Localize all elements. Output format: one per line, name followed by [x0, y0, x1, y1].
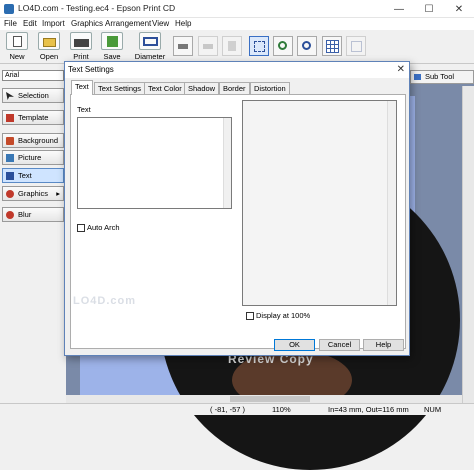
- template-label: Template: [18, 113, 49, 122]
- help-button[interactable]: Help: [363, 339, 404, 351]
- menu-file[interactable]: File: [4, 18, 17, 30]
- picture-tool[interactable]: Picture: [2, 150, 64, 165]
- maximize-button[interactable]: ☐: [414, 0, 444, 18]
- save-label: Save: [103, 52, 121, 61]
- zoom-in-button[interactable]: [273, 36, 293, 56]
- graphics-label: Graphics: [18, 189, 49, 198]
- grid-icon: [326, 40, 339, 53]
- sub-tool-label: Sub Tool: [425, 72, 455, 81]
- folder-icon: [38, 32, 60, 50]
- sub-tool-button[interactable]: Sub Tool: [410, 70, 474, 84]
- background-tool[interactable]: Background: [2, 133, 64, 148]
- close-button[interactable]: ✕: [444, 0, 474, 18]
- window-title: LO4D.com - Testing.ec4 - Epson Print CD: [18, 3, 176, 13]
- new-file-icon: [6, 32, 28, 50]
- vertical-scrollbar[interactable]: [462, 86, 474, 403]
- select-area-button[interactable]: [249, 36, 269, 56]
- horizontal-scroll-thumb[interactable]: [230, 396, 310, 402]
- menu-arrangement[interactable]: Arrangement: [105, 18, 151, 30]
- app-icon: [4, 4, 14, 14]
- text-settings-dialog: Text Settings ✕ Text Text Settings Text …: [64, 61, 410, 356]
- properties-icon: [351, 41, 362, 52]
- blur-icon: [6, 211, 14, 219]
- status-bar: ( -81, -57 ) 110% In=43 mm, Out=116 mm N…: [0, 403, 474, 415]
- minimize-button[interactable]: —: [384, 0, 414, 18]
- print-label: Print: [73, 52, 89, 61]
- preview-scrollbar[interactable]: [387, 101, 396, 305]
- dialog-title: Text Settings: [68, 65, 114, 74]
- open-button[interactable]: Open: [34, 32, 64, 62]
- selection-label: Selection: [18, 91, 49, 100]
- graphics-tool[interactable]: Graphics ▸: [2, 186, 64, 201]
- layer-forward-icon: [203, 44, 213, 49]
- submenu-arrow-icon: ▸: [56, 189, 60, 198]
- zoom-out-icon: [302, 41, 311, 50]
- print-button[interactable]: Print: [66, 32, 96, 62]
- menu-help[interactable]: Help: [175, 18, 191, 30]
- dialog-watermark: LO4D.com: [73, 295, 137, 307]
- zoom-level: 110%: [272, 405, 291, 414]
- diameter-icon: [139, 32, 161, 50]
- pointer-icon: [6, 92, 14, 100]
- disc-dimensions: In=43 mm, Out=116 mm: [328, 405, 409, 414]
- cursor-coords: ( -81, -57 ): [210, 405, 246, 414]
- tab-text[interactable]: Text: [71, 80, 93, 95]
- group-icon: [228, 41, 236, 51]
- toolbar: New Open Print Save Diameter: [0, 30, 474, 64]
- menu-view[interactable]: View: [152, 18, 169, 30]
- blur-tool[interactable]: Blur: [2, 207, 64, 222]
- new-label: New: [9, 52, 25, 61]
- background-label: Background: [18, 136, 59, 145]
- dialog-title-bar: Text Settings: [65, 62, 409, 78]
- display-100-checkbox[interactable]: [246, 312, 254, 320]
- text-label: Text: [18, 171, 32, 180]
- save-icon: [101, 32, 123, 50]
- picture-icon: [6, 154, 14, 162]
- auto-arch-checkbox[interactable]: [77, 224, 85, 232]
- cancel-button[interactable]: Cancel: [319, 339, 360, 351]
- picture-label: Picture: [18, 153, 42, 162]
- menu-edit[interactable]: Edit: [23, 18, 37, 30]
- zoom-in-icon: [278, 41, 287, 50]
- menu-bar: File Edit Import Graphics Arrangement Vi…: [0, 18, 474, 30]
- font-name-box[interactable]: Arial: [2, 70, 64, 81]
- properties-button[interactable]: [346, 36, 366, 56]
- title-bar: LO4D.com - Testing.ec4 - Epson Print CD …: [0, 0, 474, 18]
- diameter-button[interactable]: Diameter: [133, 32, 167, 62]
- sub-tool-icon: [414, 74, 421, 80]
- grid-button[interactable]: [322, 36, 342, 56]
- auto-arch-label[interactable]: Auto Arch: [87, 223, 120, 232]
- open-label: Open: [39, 52, 59, 61]
- layer-back-icon: [178, 44, 188, 49]
- template-icon: [6, 114, 14, 122]
- save-button[interactable]: Save: [97, 32, 127, 62]
- template-tool[interactable]: Template: [2, 110, 64, 125]
- printer-icon: [70, 32, 92, 50]
- menu-import[interactable]: Import: [42, 18, 65, 30]
- selection-tool[interactable]: Selection: [2, 88, 64, 103]
- dialog-close-button[interactable]: ✕: [397, 62, 405, 78]
- menu-graphics[interactable]: Graphics: [71, 18, 103, 30]
- text-field-label: Text: [77, 105, 91, 114]
- new-button[interactable]: New: [2, 32, 32, 62]
- ok-button[interactable]: OK: [274, 339, 315, 351]
- text-input[interactable]: [77, 117, 232, 209]
- text-input-scrollbar[interactable]: [223, 118, 231, 208]
- bring-forward-button[interactable]: [198, 36, 218, 56]
- blur-label: Blur: [18, 210, 32, 219]
- background-icon: [6, 137, 14, 145]
- group-button[interactable]: [222, 36, 242, 56]
- send-back-button[interactable]: [173, 36, 193, 56]
- num-lock-indicator: NUM: [424, 405, 442, 414]
- display-100-label[interactable]: Display at 100%: [256, 311, 310, 320]
- diameter-label: Diameter: [134, 52, 166, 61]
- graphics-icon: [6, 190, 14, 198]
- text-icon: [6, 172, 14, 180]
- zoom-out-button[interactable]: [297, 36, 317, 56]
- text-tool[interactable]: Text: [2, 168, 64, 183]
- text-preview: [242, 100, 397, 306]
- select-area-icon: [254, 41, 265, 52]
